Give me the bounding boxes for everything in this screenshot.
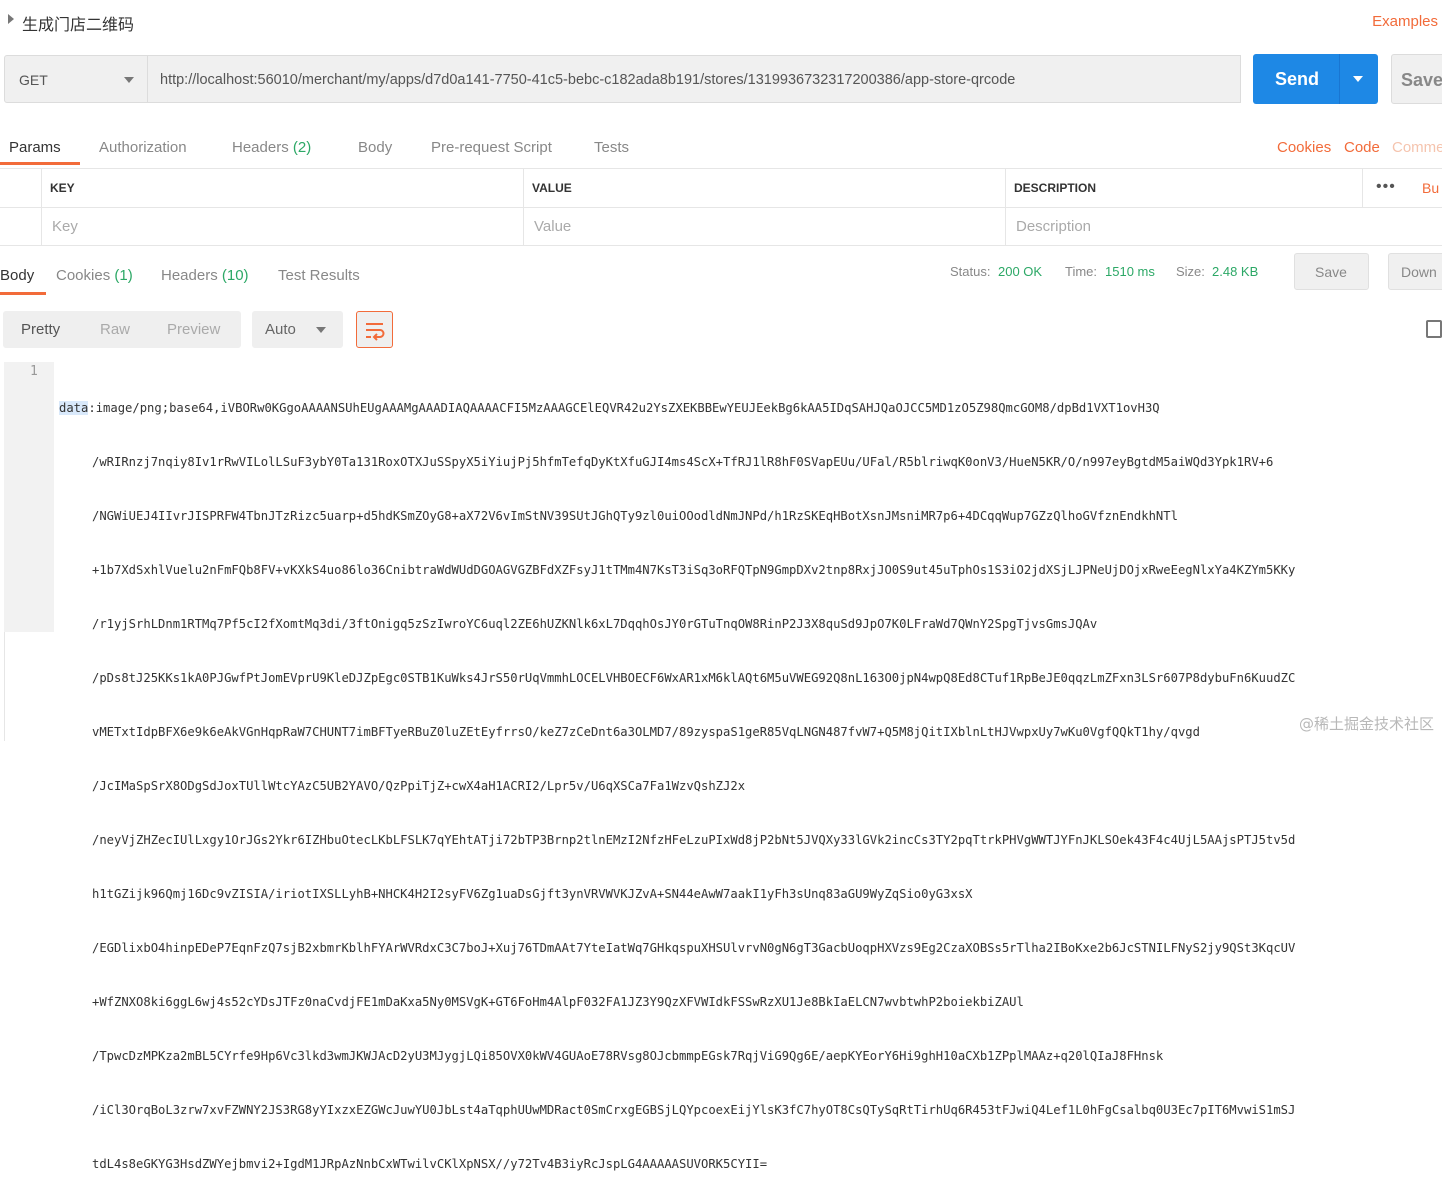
size-label: Size: [1176,264,1205,279]
caret-right-icon[interactable] [8,14,14,24]
time-value[interactable]: 1510 ms [1105,264,1155,279]
code-line: vMETxtIdpBFX6e9k6eAkVGnHqpRaW7CHUNT7imBF… [92,725,1200,739]
status-value[interactable]: 200 OK [998,264,1042,279]
url-text: http://localhost:56010/merchant/my/apps/… [160,72,1016,88]
send-button[interactable]: Send [1253,54,1378,104]
tab-response-headers[interactable]: Headers (10) [161,267,249,284]
description-input[interactable]: Description [1016,218,1091,235]
code-line: h1tGZijk96Qmj16Dc9vZISIA/iriotIXSLLyhB+N… [92,887,973,901]
table-divider [1362,168,1363,207]
view-preview-button[interactable]: Preview [167,321,220,338]
save-request-button[interactable]: Save [1391,54,1442,104]
code-line: /NGWiUEJ4IIvrJISPRFW4TbnJTzRizc5uarp+d5h… [92,509,1178,523]
table-divider [523,168,524,246]
save-response-label: Save [1315,264,1347,280]
url-input[interactable]: http://localhost:56010/merchant/my/apps/… [148,55,1241,103]
request-title-row: 生成门店二维码 Examples [0,0,1442,44]
method-label: GET [19,72,48,88]
wrap-lines-icon [366,323,385,341]
chevron-down-icon [124,77,134,83]
active-response-tab-indicator [0,292,46,295]
view-raw-button[interactable]: Raw [100,321,130,338]
tab-response-cookies-count: (1) [114,267,133,284]
line-number-gutter: 1 [4,362,54,632]
tab-test-results[interactable]: Test Results [278,267,360,284]
response-body-code[interactable]: data:image/png;base64,iVBORw0KGgoAAAANSU… [59,363,1442,1191]
code-line: data:image/png;base64,iVBORw0KGgoAAAANSU… [59,399,1442,417]
tab-pre-request-script[interactable]: Pre-request Script [431,139,552,156]
time-label: Time: [1065,264,1098,279]
code-line: /iCl3OrqBoL3zrw7xvFZWNY2JS3RG8yYIxzxEZGW… [92,1103,1296,1117]
code-line: /JcIMaSpSrX8ODgSdJoxTUllWtcYAzC5UB2YAVO/… [92,779,746,793]
code-text: :image/png;base64,iVBORw0KGgoAAAANSUhEUg… [88,401,1160,415]
tab-response-body[interactable]: Body [0,267,34,284]
copy-icon[interactable] [1426,320,1442,338]
cookies-link[interactable]: Cookies [1277,139,1331,156]
more-options-icon[interactable]: ••• [1376,178,1396,196]
examples-link[interactable]: Examples [1372,13,1438,30]
code-line: /neyVjZHZecIUlLxgy1OrJGs2Ykr6IZHbuOtecLK… [92,833,1296,847]
tab-response-headers-label: Headers [161,267,218,284]
view-mode-group: Pretty Raw Preview [3,311,241,348]
code-highlight: data [59,401,89,415]
watermark: @稀土掘金技术社区 [1298,715,1434,733]
format-select[interactable]: Auto [252,311,343,348]
table-divider [1005,168,1006,246]
code-line: /TpwcDzMPKza2mBL5CYrfe9Hp6Vc3lkd3wmJKWJA… [92,1049,1164,1063]
tab-params[interactable]: Params [9,139,61,156]
code-line: /pDs8tJ25KKs1kA0PJGwfPtJomEVprU9KleDJZpE… [92,671,1296,685]
code-link[interactable]: Code [1344,139,1380,156]
chevron-down-icon [316,327,326,333]
code-line: /r1yjSrhLDnm1RTMq7Pf5cI2fXomtMq3di/3ftOn… [92,617,1098,631]
bulk-edit-link[interactable]: Bu [1422,180,1439,196]
download-button[interactable]: Down [1388,253,1442,290]
table-divider [41,168,42,246]
tab-authorization[interactable]: Authorization [99,139,187,156]
tab-body[interactable]: Body [358,139,392,156]
code-line: /wRIRnzj7nqiy8Iv1rRwVILolLSuF3ybY0Ta131R… [92,455,1274,469]
tab-headers-label: Headers [232,139,289,156]
tab-response-cookies[interactable]: Cookies (1) [56,267,133,284]
key-input[interactable]: Key [52,218,78,235]
code-line: +1b7XdSxhlVuelu2nFmFQb8FV+vKXkS4uo86lo36… [92,563,1296,577]
code-line: +WfZNXO8ki6ggL6wj4s52cYDsJTFz0naCvdjFE1m… [92,995,1024,1009]
column-header-key: KEY [50,181,75,195]
comments-link[interactable]: Comme [1392,139,1442,156]
line-number: 1 [30,364,38,379]
size-value[interactable]: 2.48 KB [1212,264,1258,279]
download-label: Down [1401,264,1437,280]
view-pretty-button[interactable]: Pretty [21,321,60,338]
tab-response-cookies-label: Cookies [56,267,111,284]
value-input[interactable]: Value [534,218,571,235]
code-line: /EGDlixbO4hinpEDeP7EqnFzQ7sjB2xbmrKblhFY… [92,941,1296,955]
tab-tests[interactable]: Tests [594,139,629,156]
request-title[interactable]: 生成门店二维码 [22,11,134,35]
table-bottom-border [0,245,1442,246]
wrap-lines-button[interactable] [356,311,393,348]
method-select[interactable]: GET [4,55,148,103]
column-header-value: VALUE [532,181,572,195]
save-request-label: Save [1401,70,1442,90]
column-header-description: DESCRIPTION [1014,181,1097,195]
send-divider [1339,54,1340,104]
format-label: Auto [265,321,296,338]
editor-left-border [4,632,5,741]
send-label: Send [1275,69,1320,89]
tab-headers[interactable]: Headers (2) [232,139,311,156]
send-options-chevron-icon[interactable] [1353,76,1363,82]
code-line: tdL4s8eGKYG3HsdZWYejbmvi2+IgdM1JRpAzNnbC… [92,1157,768,1171]
table-header-border [0,207,1442,208]
status-label: Status: [950,264,991,279]
tab-headers-count: (2) [292,139,312,156]
tab-response-headers-count: (10) [221,267,249,284]
save-response-button[interactable]: Save [1294,253,1369,290]
table-top-border [0,168,1442,169]
active-tab-indicator [0,162,80,165]
